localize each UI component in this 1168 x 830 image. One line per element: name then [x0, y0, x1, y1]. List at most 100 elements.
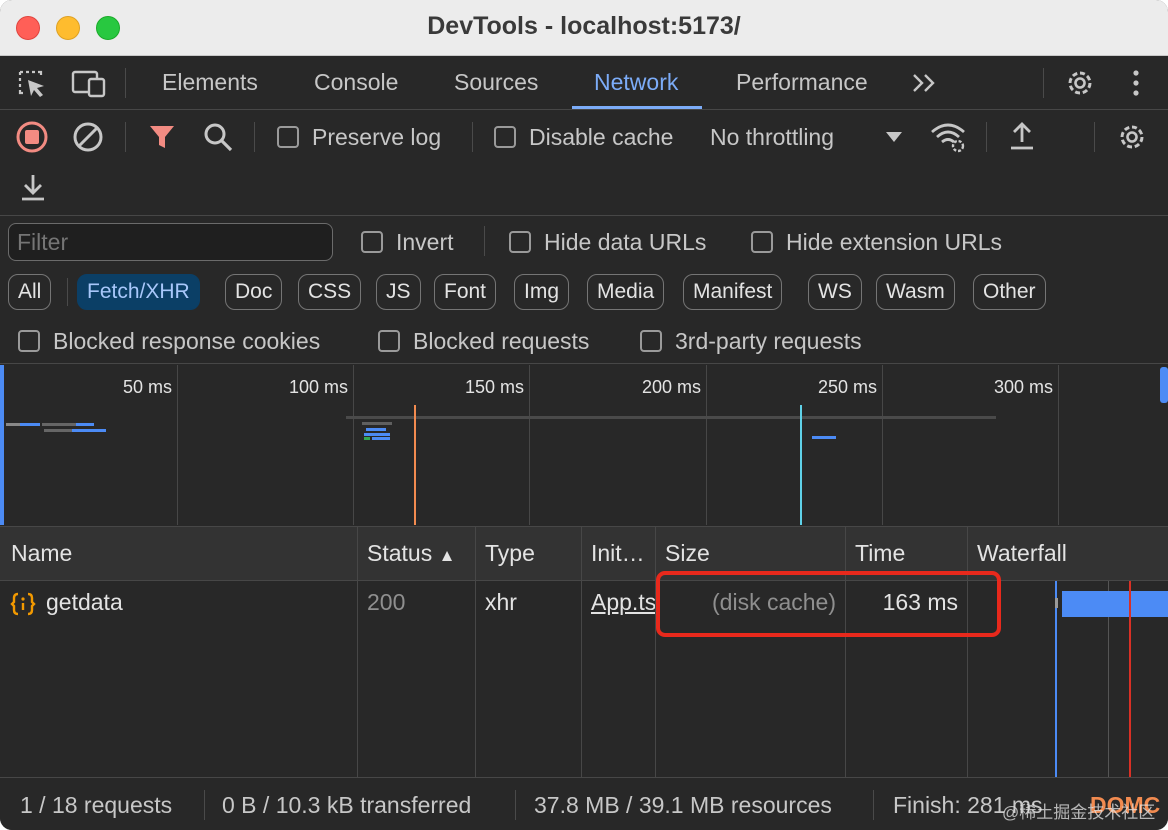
column-header-type[interactable]: Type	[485, 540, 535, 567]
column-divider	[581, 527, 582, 777]
throttling-select[interactable]: No throttling	[710, 124, 834, 151]
type-filter-manifest[interactable]: Manifest	[683, 274, 783, 310]
column-divider	[967, 527, 968, 777]
inspect-element-icon[interactable]	[17, 69, 47, 99]
search-icon[interactable]	[202, 121, 234, 153]
filter-input[interactable]	[8, 223, 333, 261]
more-tabs-icon[interactable]	[911, 72, 937, 94]
divider	[125, 122, 126, 152]
tab-console[interactable]: Console	[314, 56, 398, 109]
title-bar: DevTools - localhost:5173/	[0, 0, 1168, 56]
preserve-log-label: Preserve log	[312, 124, 442, 150]
row-initiator-link[interactable]: App.tsx	[591, 589, 655, 616]
divider	[1043, 68, 1044, 98]
filter-funnel-icon[interactable]	[148, 123, 176, 151]
tick-label: 250 ms	[817, 377, 877, 397]
waterfall-request-bar	[1062, 591, 1168, 617]
overview-bar	[6, 423, 20, 426]
column-divider	[475, 527, 476, 777]
resources-size: 37.8 MB / 39.1 MB resources	[534, 792, 832, 818]
tab-elements[interactable]: Elements	[162, 56, 258, 109]
gridline	[353, 365, 354, 525]
divider	[125, 68, 126, 98]
tab-network[interactable]: Network	[571, 56, 703, 109]
row-name[interactable]: getdata	[46, 589, 123, 616]
type-filter-media[interactable]: Media	[587, 274, 665, 310]
hide-data-urls-checkbox[interactable]	[509, 231, 531, 253]
divider	[254, 122, 255, 152]
column-header-status[interactable]: Status ▲	[367, 540, 455, 567]
network-conditions-icon[interactable]	[928, 120, 968, 154]
overview-bar	[364, 437, 370, 440]
stop-recording-icon[interactable]	[15, 120, 49, 154]
column-header-status-label: Status	[367, 540, 433, 566]
tick-label: 300 ms	[993, 377, 1053, 397]
overview-bar	[72, 429, 106, 432]
filter-bar: Invert Hide data URLs Hide extension URL…	[0, 216, 1168, 364]
divider	[515, 790, 516, 820]
network-toolbar: Preserve log Disable cache No throttling	[0, 110, 1168, 216]
blocked-response-cookies-checkbox[interactable]	[18, 330, 40, 352]
network-overview-timeline[interactable]: 50 ms 100 ms 150 ms 200 ms 250 ms 300 ms	[0, 365, 1168, 527]
type-filter-all[interactable]: All	[8, 274, 52, 310]
main-tab-bar: Elements Console Sources Network Perform…	[0, 56, 1168, 110]
invert-label: Invert	[396, 229, 454, 255]
divider	[67, 278, 68, 306]
network-settings-gear-icon[interactable]	[1115, 120, 1149, 154]
hide-data-urls-label: Hide data URLs	[544, 229, 707, 255]
third-party-requests-checkbox[interactable]	[640, 330, 662, 352]
gridline	[177, 365, 178, 525]
type-filter-ws[interactable]: WS	[808, 274, 862, 310]
chevron-down-icon[interactable]	[884, 130, 904, 144]
hide-extension-urls-label: Hide extension URLs	[786, 229, 1003, 255]
gridline	[706, 365, 707, 525]
type-filter-doc[interactable]: Doc	[225, 274, 283, 310]
watermark: @稀土掘金技术社区	[1002, 803, 1156, 822]
settings-gear-icon[interactable]	[1063, 66, 1097, 100]
xhr-fetch-icon	[10, 592, 36, 616]
transferred-size: 0 B / 10.3 kB transferred	[222, 792, 472, 818]
type-filter-fetch-xhr[interactable]: Fetch/XHR	[77, 274, 200, 310]
overview-left-handle[interactable]	[0, 365, 4, 525]
overview-bar	[44, 429, 72, 432]
overview-bar	[372, 437, 390, 440]
third-party-requests-label: 3rd-party requests	[675, 328, 862, 354]
column-header-name[interactable]: Name	[11, 540, 72, 567]
disable-cache-checkbox[interactable]	[494, 126, 516, 148]
type-filter-js[interactable]: JS	[376, 274, 421, 310]
divider	[1094, 122, 1095, 152]
more-options-kebab-icon[interactable]	[1126, 68, 1146, 98]
overview-bar	[42, 423, 76, 426]
export-har-download-icon[interactable]	[19, 171, 47, 203]
row-status: 200	[367, 589, 406, 615]
type-filter-img[interactable]: Img	[514, 274, 570, 310]
tab-sources[interactable]: Sources	[454, 56, 538, 109]
overview-right-handle[interactable]	[1160, 367, 1168, 403]
request-count: 1 / 18 requests	[20, 792, 173, 818]
device-toolbar-icon[interactable]	[71, 70, 107, 98]
invert-checkbox[interactable]	[361, 231, 383, 253]
blocked-response-cookies-label: Blocked response cookies	[53, 328, 321, 354]
tick-label: 100 ms	[288, 377, 348, 397]
blocked-requests-checkbox[interactable]	[378, 330, 400, 352]
window-title: DevTools - localhost:5173/	[427, 12, 741, 40]
column-header-initiator[interactable]: Init…	[591, 540, 651, 567]
preserve-log-checkbox[interactable]	[277, 126, 299, 148]
import-har-upload-icon[interactable]	[1008, 120, 1036, 152]
tab-performance[interactable]: Performance	[736, 56, 868, 109]
hide-extension-urls-checkbox[interactable]	[751, 231, 773, 253]
gridline	[882, 365, 883, 525]
column-header-waterfall[interactable]: Waterfall	[977, 540, 1067, 567]
waterfall-load-line-overlay	[1129, 591, 1131, 617]
column-header-size[interactable]: Size	[665, 540, 710, 567]
overview-bar	[812, 436, 836, 439]
gridline	[529, 365, 530, 525]
tick-label: 200 ms	[641, 377, 701, 397]
type-filter-css[interactable]: CSS	[298, 274, 362, 310]
divider	[873, 790, 874, 820]
type-filter-other[interactable]: Other	[973, 274, 1046, 310]
type-filter-wasm[interactable]: Wasm	[876, 274, 955, 310]
type-filter-font[interactable]: Font	[434, 274, 497, 310]
column-header-time[interactable]: Time	[855, 540, 905, 567]
clear-log-icon[interactable]	[71, 120, 105, 154]
